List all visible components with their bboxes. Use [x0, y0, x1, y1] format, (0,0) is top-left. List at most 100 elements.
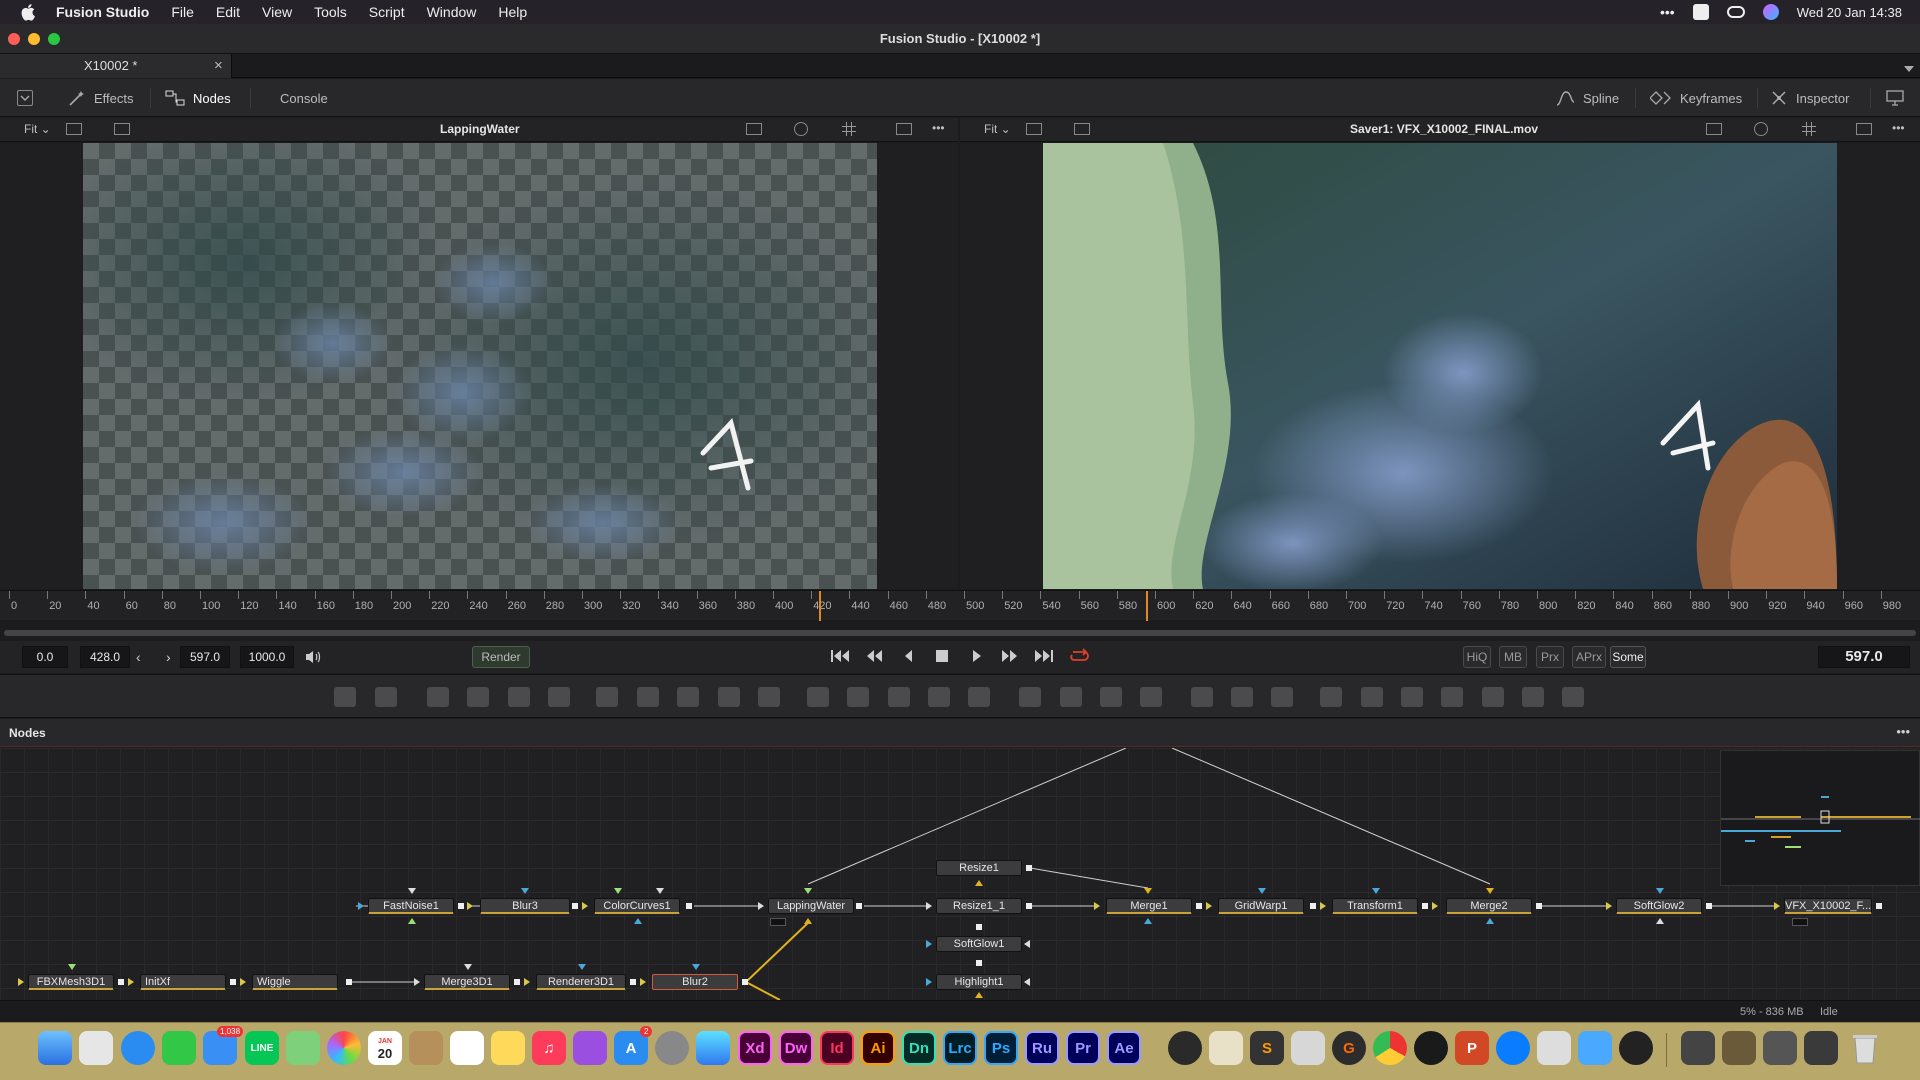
proxy-toggle[interactable]: Prx	[1536, 646, 1564, 668]
node-highlight1[interactable]: Highlight1	[936, 974, 1022, 990]
left-viewer-more-button[interactable]: •••	[932, 121, 945, 135]
background-tool-icon[interactable]	[427, 687, 449, 707]
node-output-port[interactable]	[1026, 903, 1032, 909]
app-menu-name[interactable]: Fusion Studio	[56, 4, 149, 20]
node-initxf[interactable]: InitXf	[140, 974, 226, 990]
node-output-port[interactable]	[1706, 903, 1712, 909]
merge-3d-tool-icon[interactable]	[1482, 687, 1504, 707]
finder-icon[interactable]	[38, 1031, 72, 1065]
minimize-window-button[interactable]	[28, 33, 40, 45]
playhead[interactable]	[1146, 591, 1148, 621]
document-tab[interactable]: X10002 * ×	[0, 54, 232, 78]
node-output-port[interactable]	[742, 979, 748, 985]
menu-tools[interactable]: Tools	[314, 4, 347, 20]
node-graph[interactable]: FastNoise1 Blur3 ColorCurves1 LappingWat…	[0, 748, 1920, 1000]
motion-blur-toggle[interactable]: MB	[1499, 646, 1527, 668]
adobe-pr-icon[interactable]: Pr	[1066, 1031, 1100, 1065]
effects-button[interactable]: Effects	[68, 79, 134, 117]
shape-3d-tool-icon[interactable]	[1361, 687, 1383, 707]
right-viewer[interactable]	[960, 143, 1920, 589]
disk-utility-icon[interactable]	[1291, 1031, 1325, 1065]
channel-booleans-tool-icon[interactable]	[847, 687, 869, 707]
rectangle-mask-tool-icon[interactable]	[1019, 687, 1041, 707]
contacts-icon[interactable]	[409, 1031, 443, 1065]
node-gridwarp1[interactable]: GridWarp1	[1218, 898, 1304, 914]
adobe-dn-icon[interactable]: Dn	[902, 1031, 936, 1065]
loader-tool-icon[interactable]	[334, 687, 356, 707]
node-merge2[interactable]: Merge2	[1446, 898, 1532, 914]
shield-app-icon[interactable]	[1578, 1031, 1612, 1065]
zoom-window-button[interactable]	[48, 33, 60, 45]
node-output-port[interactable]	[458, 903, 464, 909]
time-ruler[interactable]: 0 20 40 60 80 100 120 140 160 180 200 220 240 260 280 3…	[0, 590, 1920, 621]
node-output-port[interactable]	[630, 979, 636, 985]
adobe-id-icon[interactable]: Id	[820, 1031, 854, 1065]
render-button[interactable]: Render	[472, 646, 530, 668]
node-navigator[interactable]	[1720, 750, 1920, 886]
monitor-icon[interactable]	[1886, 90, 1904, 109]
line-icon[interactable]: LINE	[245, 1031, 279, 1065]
auto-proxy-toggle[interactable]: APrx	[1572, 646, 1606, 668]
left-viewer[interactable]	[0, 143, 958, 589]
control-center-icon[interactable]	[1726, 6, 1745, 18]
left-viewer-fit-dropdown[interactable]: Fit ⌄	[24, 122, 51, 136]
menu-view[interactable]: View	[262, 4, 292, 20]
notion-icon[interactable]	[1692, 4, 1709, 20]
reminders-icon[interactable]	[450, 1031, 484, 1065]
adobe-dw-icon[interactable]: Dw	[779, 1031, 813, 1065]
clock[interactable]: Wed 20 Jan 14:38	[1797, 5, 1902, 20]
nodes-panel-more-button[interactable]: •••	[1896, 724, 1910, 739]
powerpoint-icon[interactable]: P	[1455, 1031, 1489, 1065]
lut-icon[interactable]	[114, 123, 130, 135]
calendar-icon[interactable]: JAN 20	[368, 1031, 402, 1065]
brightness-tool-icon[interactable]	[718, 687, 740, 707]
maps-icon[interactable]	[286, 1031, 320, 1065]
more-dots-icon[interactable]: •••	[1660, 4, 1675, 20]
automator-icon[interactable]	[1209, 1031, 1243, 1065]
grid-icon[interactable]	[1802, 122, 1816, 139]
node-output-port[interactable]	[1196, 903, 1202, 909]
quicktime-icon[interactable]	[1414, 1031, 1448, 1065]
console-button[interactable]: Console	[280, 79, 328, 117]
next-arrow-icon[interactable]: ›	[166, 649, 171, 665]
node-lappingwater[interactable]: LappingWater	[768, 898, 854, 914]
saver-tool-icon[interactable]	[375, 687, 397, 707]
render-start-field[interactable]: 428.0	[80, 646, 130, 668]
speaker-icon[interactable]	[304, 649, 322, 668]
node-wiggle[interactable]: Wiggle	[252, 974, 338, 990]
matte-control-tool-icon[interactable]	[888, 687, 910, 707]
close-tab-icon[interactable]: ×	[214, 57, 223, 74]
node-output-port[interactable]	[1026, 865, 1032, 871]
documents-stack-icon[interactable]	[1763, 1031, 1797, 1065]
launchpad-icon[interactable]	[79, 1031, 113, 1065]
node-output-port[interactable]	[514, 979, 520, 985]
notes-icon[interactable]	[491, 1031, 525, 1065]
downloads-folder-icon[interactable]	[1722, 1031, 1756, 1065]
keyframes-button[interactable]: Keyframes	[1650, 79, 1742, 117]
node-output-port[interactable]	[118, 979, 124, 985]
channel-icon[interactable]	[794, 122, 808, 136]
particle-style-tool-icon[interactable]	[1271, 687, 1293, 707]
text-3d-tool-icon[interactable]	[1401, 687, 1423, 707]
menu-help[interactable]: Help	[498, 4, 527, 20]
step-back-icon[interactable]	[903, 649, 913, 666]
node-output-port[interactable]	[976, 924, 982, 930]
node-merge1[interactable]: Merge1	[1106, 898, 1192, 914]
davinci-fusion-icon[interactable]	[1619, 1031, 1653, 1065]
music-icon[interactable]: ♫	[532, 1031, 566, 1065]
paint-tool-icon[interactable]	[548, 687, 570, 707]
menu-edit[interactable]: Edit	[216, 4, 240, 20]
menu-script[interactable]: Script	[369, 4, 405, 20]
chrome-icon[interactable]	[1373, 1031, 1407, 1065]
adobe-ps-icon[interactable]: Ps	[984, 1031, 1018, 1065]
node-colorcurves1[interactable]: ColorCurves1	[594, 898, 680, 914]
global-end-field[interactable]: 1000.0	[240, 646, 294, 668]
prev-arrow-icon[interactable]: ‹	[136, 649, 141, 665]
polygon-mask-tool-icon[interactable]	[1100, 687, 1122, 707]
github-desktop-icon[interactable]	[1168, 1031, 1202, 1065]
channel-icon[interactable]	[1754, 122, 1768, 136]
adobe-xd-icon[interactable]: Xd	[738, 1031, 772, 1065]
image-plane-3d-tool-icon[interactable]	[1320, 687, 1342, 707]
color-corrector-tool-icon[interactable]	[677, 687, 699, 707]
node-output-port[interactable]	[230, 979, 236, 985]
